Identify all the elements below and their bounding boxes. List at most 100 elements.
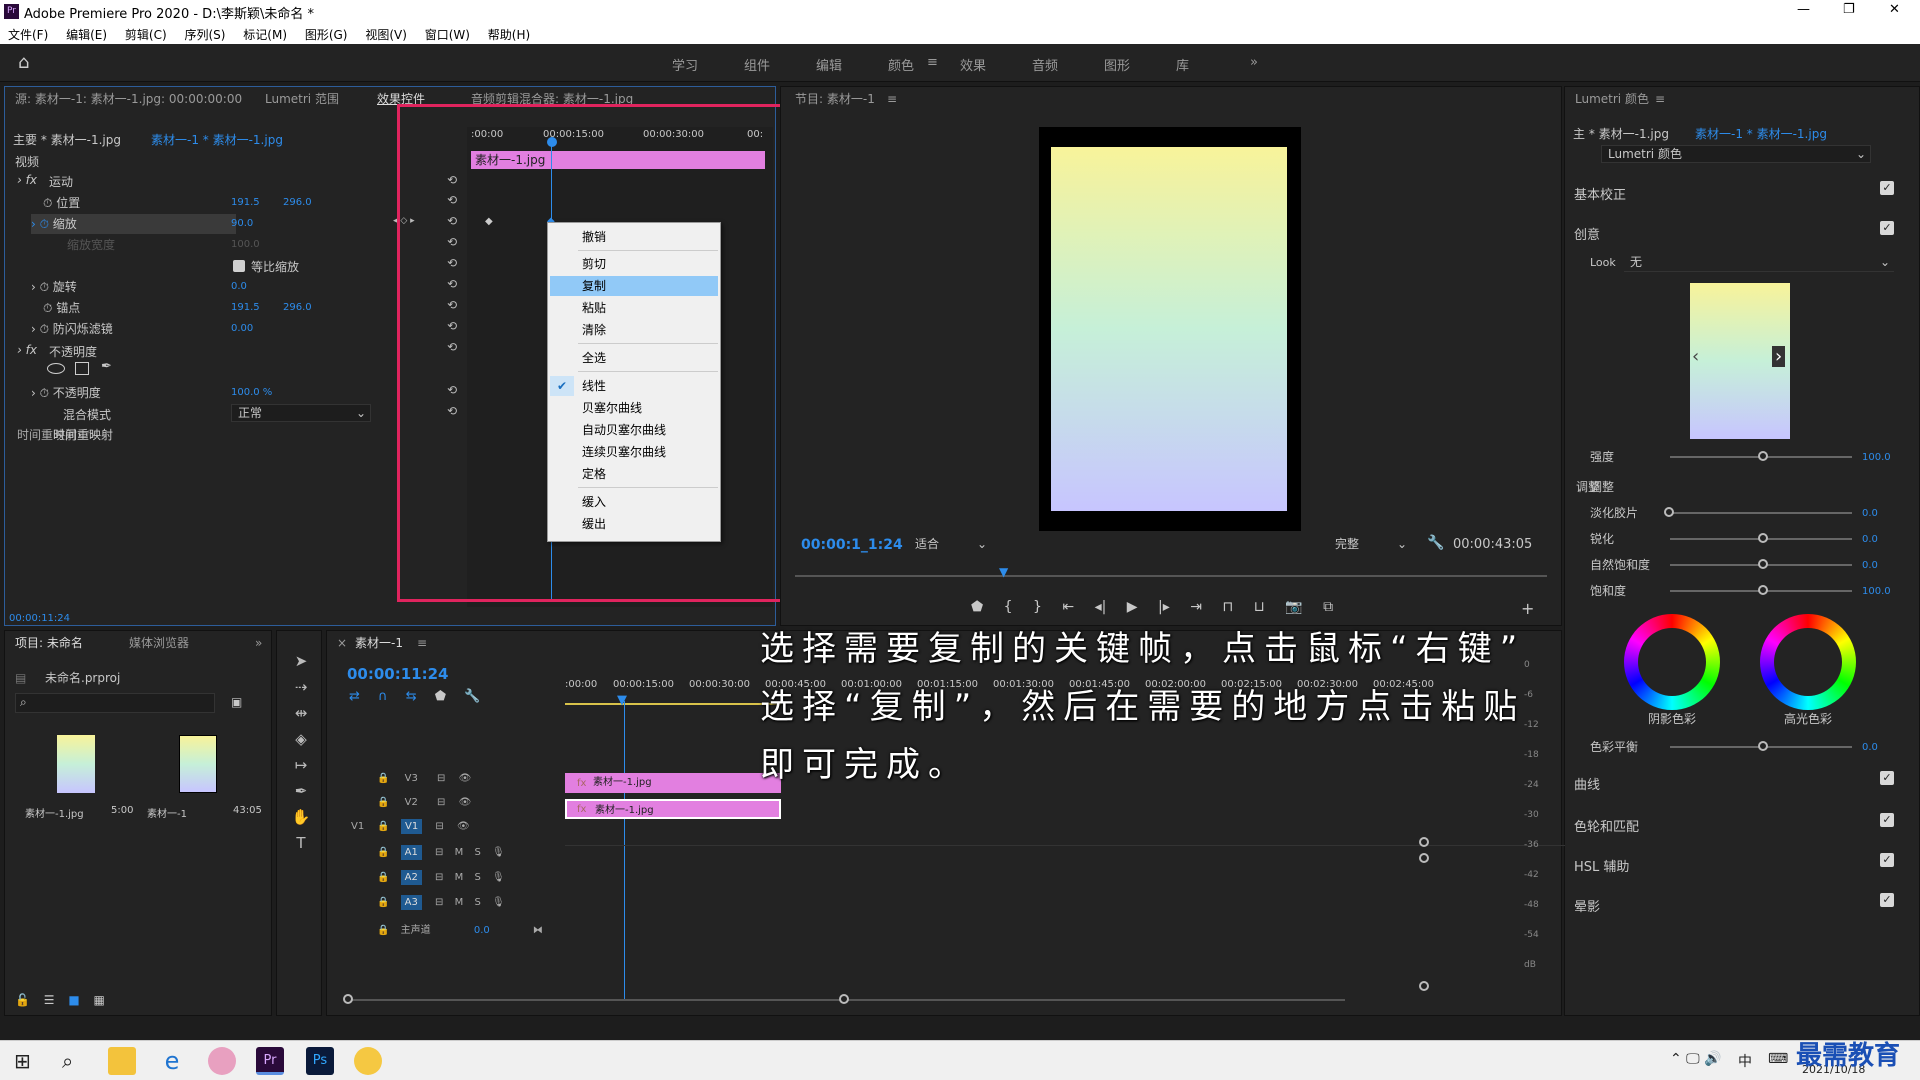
look-dropdown[interactable]: 无 ⌄: [1624, 254, 1894, 272]
uniform-scale-checkbox[interactable]: [233, 260, 245, 272]
vignette-checkbox[interactable]: ✓: [1880, 893, 1894, 907]
snap-icon[interactable]: ∩: [378, 689, 388, 704]
section-basic-correction[interactable]: 基本校正: [1574, 184, 1626, 203]
stopwatch-active-icon[interactable]: › ⏱: [31, 217, 53, 231]
menu-help[interactable]: 帮助(H): [488, 26, 530, 43]
workspace-effects[interactable]: 效果: [960, 55, 986, 74]
scale-value[interactable]: 90.0: [231, 218, 253, 229]
workspace-menu-icon[interactable]: ≡: [927, 55, 938, 70]
look-prev-icon[interactable]: ‹: [1692, 346, 1699, 367]
extract-icon[interactable]: ⊔: [1254, 599, 1265, 615]
mic-icon[interactable]: 🎙: [492, 872, 505, 883]
panel-menu-icon[interactable]: ≡: [417, 631, 427, 655]
menu-view[interactable]: 视图(V): [365, 26, 407, 43]
search-icon[interactable]: ⌕: [62, 1049, 73, 1073]
eye-icon[interactable]: 👁: [457, 821, 470, 832]
faded-film-knob[interactable]: [1664, 507, 1674, 517]
hand-icon[interactable]: ✋: [290, 808, 312, 830]
look-next-icon[interactable]: ›: [1772, 346, 1786, 367]
intensity-knob[interactable]: [1758, 451, 1768, 461]
app-icon[interactable]: [208, 1047, 236, 1075]
panel-menu-icon[interactable]: ≡: [887, 87, 897, 111]
effect-controls-timecode[interactable]: 00:00:11:24: [9, 613, 70, 624]
stopwatch-icon[interactable]: ⏱: [43, 196, 56, 210]
lock-icon[interactable]: 🔒: [377, 925, 389, 936]
project-item[interactable]: 素材一-1.jpg 5:00: [25, 731, 133, 831]
lock-icon[interactable]: 🔒: [377, 897, 389, 908]
h-scroll-mid-knob[interactable]: [839, 994, 849, 1004]
solo-icon[interactable]: S: [474, 872, 480, 883]
mute-icon[interactable]: M: [455, 872, 464, 883]
master-clip-label[interactable]: 主要 * 素材一-1.jpg: [13, 131, 121, 148]
sync-lock-icon[interactable]: ⊟: [437, 773, 445, 784]
system-tray-icons[interactable]: ⌃ 🖵 🔊: [1670, 1051, 1722, 1067]
hsl-checkbox[interactable]: ✓: [1880, 853, 1894, 867]
list-view-icon[interactable]: ☰: [44, 993, 55, 1007]
menu-markers[interactable]: 标记(M): [243, 26, 287, 43]
color-balance-knob[interactable]: [1758, 741, 1768, 751]
lock-icon[interactable]: 🔒: [377, 847, 389, 858]
ellipse-mask-icon[interactable]: [47, 363, 65, 374]
menu-sequence[interactable]: 序列(S): [184, 26, 225, 43]
intensity-value[interactable]: 100.0: [1862, 452, 1891, 463]
menu-graphics[interactable]: 图形(G): [305, 26, 348, 43]
go-to-end-icon[interactable]: ⧓: [533, 925, 543, 936]
color-wheels-checkbox[interactable]: ✓: [1880, 813, 1894, 827]
tab-project[interactable]: 项目: 未命名: [15, 631, 83, 655]
track-a2-label[interactable]: A2: [400, 870, 422, 885]
vibrance-value[interactable]: 0.0: [1862, 560, 1878, 571]
motion-label[interactable]: 运动: [49, 173, 73, 190]
sync-lock-icon[interactable]: ⊟: [435, 872, 443, 883]
stopwatch-icon[interactable]: › ⏱: [31, 280, 53, 294]
settings-wrench-icon[interactable]: 🔧: [464, 689, 480, 704]
wrench-icon[interactable]: 🔧: [1427, 535, 1444, 551]
timeline-clip-v3[interactable]: 素材一-1.jpg: [565, 773, 781, 793]
rotation-value[interactable]: 0.0: [231, 281, 247, 292]
work-area-bar[interactable]: [565, 703, 781, 705]
track-a1-label[interactable]: A1: [400, 845, 422, 860]
pen-mask-icon[interactable]: ✒: [101, 359, 112, 374]
ripple-edit-icon[interactable]: ⇹: [290, 704, 312, 726]
mark-out-icon[interactable]: }: [1033, 599, 1042, 615]
lock-icon[interactable]: 🔒: [377, 797, 389, 808]
rect-mask-icon[interactable]: [75, 362, 89, 375]
workspace-graphics[interactable]: 图形: [1104, 55, 1130, 74]
lock-icon[interactable]: 🔒: [377, 773, 389, 784]
ime-indicator[interactable]: 中: [1738, 1051, 1752, 1071]
mic-icon[interactable]: 🎙: [492, 897, 505, 908]
sharpen-value[interactable]: 0.0: [1862, 534, 1878, 545]
go-to-out-icon[interactable]: ⇥: [1190, 599, 1202, 615]
flicker-value[interactable]: 0.00: [231, 323, 253, 334]
workspace-audio[interactable]: 音频: [1032, 55, 1058, 74]
marker-icon[interactable]: ⬟: [435, 689, 446, 704]
section-hsl[interactable]: HSL 辅助: [1574, 856, 1629, 875]
timeline-sequence-tab[interactable]: 素材一-1: [355, 631, 403, 655]
premiere-taskbar-icon[interactable]: Pr: [256, 1047, 284, 1075]
track-v3-label[interactable]: V3: [405, 773, 418, 784]
workspace-learn[interactable]: 学习: [672, 55, 698, 74]
avatar-app-icon[interactable]: [354, 1047, 382, 1075]
vibrance-knob[interactable]: [1758, 559, 1768, 569]
photoshop-taskbar-icon[interactable]: Ps: [306, 1047, 334, 1075]
mic-icon[interactable]: 🎙: [492, 847, 505, 858]
close-button[interactable]: ✕: [1889, 2, 1900, 17]
blend-mode-dropdown[interactable]: 正常 ⌄: [231, 404, 371, 422]
timeline-close-icon[interactable]: ×: [337, 631, 347, 655]
step-back-icon[interactable]: ◂|: [1095, 599, 1107, 615]
program-video-frame[interactable]: [1039, 127, 1301, 531]
creative-checkbox[interactable]: ✓: [1880, 221, 1894, 235]
v-scroll-knob[interactable]: [1419, 981, 1429, 991]
opacity-section-label[interactable]: 不透明度: [49, 343, 97, 360]
edge-icon[interactable]: e: [158, 1047, 186, 1075]
highlight-tint-wheel[interactable]: [1760, 614, 1856, 710]
camera-icon[interactable]: 📷: [1285, 599, 1302, 615]
add-button-icon[interactable]: +: [1521, 599, 1534, 618]
keyboard-icon[interactable]: ⌨: [1768, 1051, 1788, 1067]
source-v1-patch[interactable]: V1: [351, 821, 364, 832]
faded-film-value[interactable]: 0.0: [1862, 508, 1878, 519]
type-icon[interactable]: T: [290, 834, 312, 856]
track-select-icon[interactable]: ⇢: [290, 678, 312, 700]
razor-icon[interactable]: ◈: [290, 730, 312, 752]
go-to-in-icon[interactable]: ⇤: [1062, 599, 1074, 615]
eye-icon[interactable]: 👁: [459, 797, 472, 808]
